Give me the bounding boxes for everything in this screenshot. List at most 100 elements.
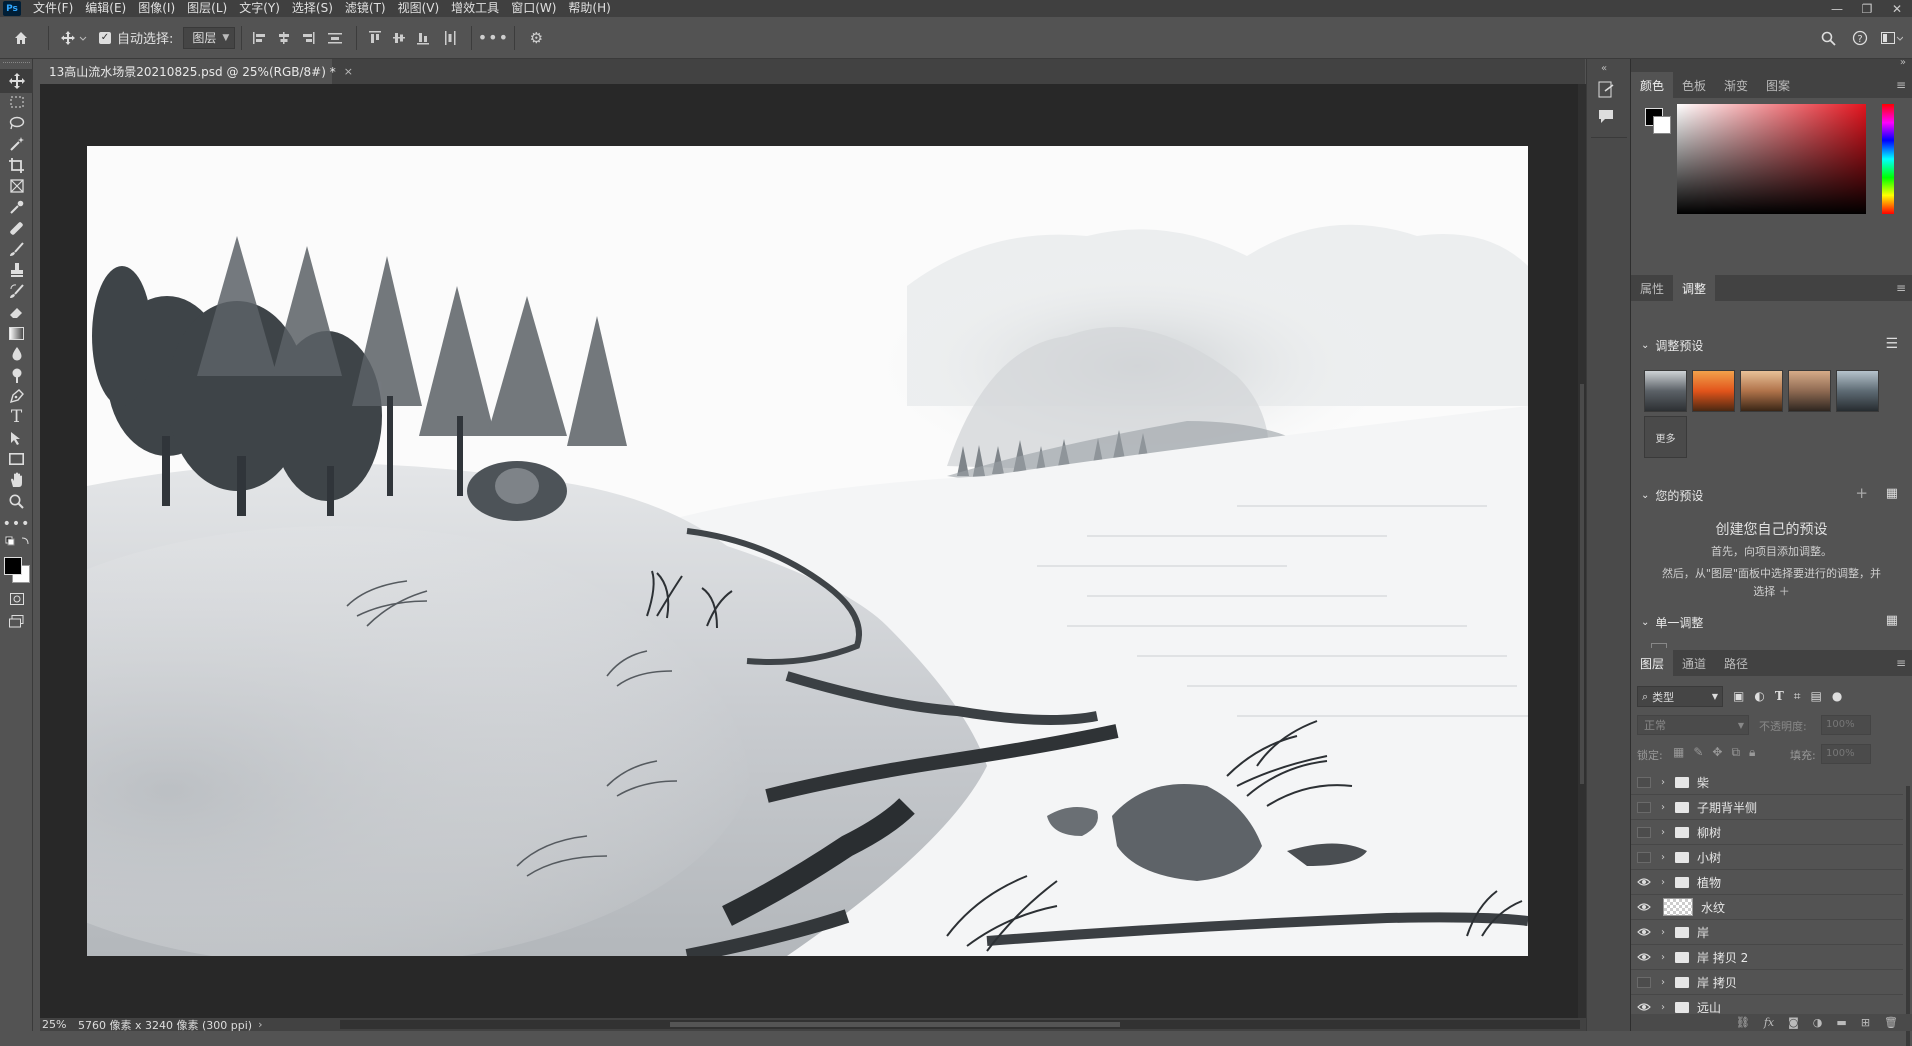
- image-filter-icon[interactable]: ▣: [1733, 689, 1744, 704]
- tab-color[interactable]: 颜色: [1631, 72, 1674, 98]
- foreground-color-swatch[interactable]: [4, 557, 22, 575]
- screen-mode-icon[interactable]: [0, 609, 33, 633]
- workspace-icon[interactable]: [1876, 17, 1908, 59]
- tab-layers[interactable]: 图层: [1631, 650, 1674, 676]
- layer-list[interactable]: ›柴›子期背半侧›柳树›小树›植物水纹›岸›岸 拷贝 2›岸 拷贝›远山›远远山: [1631, 770, 1912, 1014]
- background-color-swatch[interactable]: [1653, 116, 1671, 134]
- layer-row[interactable]: › 岸: [1631, 920, 1903, 945]
- search-icon[interactable]: [1812, 17, 1844, 59]
- layers-scrollbar[interactable]: [1906, 786, 1910, 1046]
- menu-file[interactable]: 文件(F): [27, 0, 79, 17]
- align-vcenter-icon[interactable]: [387, 17, 411, 59]
- help-icon[interactable]: ?: [1844, 17, 1876, 59]
- align-left-icon[interactable]: [248, 17, 272, 59]
- list-view-icon[interactable]: ☰: [1885, 336, 1898, 352]
- visibility-toggle[interactable]: [1631, 776, 1657, 788]
- expand-group-icon[interactable]: ›: [1657, 1002, 1669, 1013]
- menu-layer[interactable]: 图层(L): [181, 0, 233, 17]
- quick-mask-icon[interactable]: [0, 587, 33, 611]
- vertical-scrollbar[interactable]: [1578, 84, 1586, 1018]
- new-layer-icon[interactable]: ⊞: [1861, 1016, 1870, 1029]
- preset-thumbnail[interactable]: [1836, 370, 1879, 412]
- eye-icon[interactable]: [1631, 1002, 1657, 1012]
- edit-toolbar-icon[interactable]: •••: [0, 512, 33, 536]
- align-top-icon[interactable]: [363, 17, 387, 59]
- tab-adjustments[interactable]: 调整: [1673, 275, 1716, 301]
- layer-row[interactable]: › 子期背半侧: [1631, 795, 1903, 820]
- layer-row[interactable]: › 岸 拷贝 2: [1631, 945, 1903, 970]
- close-button[interactable]: ✕: [1882, 0, 1912, 17]
- more-options-icon[interactable]: •••: [478, 17, 508, 59]
- move-tool-preset-icon[interactable]: [55, 17, 93, 59]
- align-bottom-icon[interactable]: [411, 17, 435, 59]
- eye-icon[interactable]: [1631, 877, 1657, 887]
- distribute-vertical-icon[interactable]: [435, 17, 465, 59]
- tab-paths[interactable]: 路径: [1715, 650, 1757, 676]
- tab-swatches[interactable]: 色板: [1673, 72, 1715, 98]
- expand-group-icon[interactable]: ›: [1657, 802, 1669, 813]
- more-presets-button[interactable]: 更多: [1644, 416, 1687, 458]
- layer-row[interactable]: › 远山: [1631, 995, 1903, 1014]
- collapse-arrows-icon[interactable]: «: [1601, 63, 1607, 74]
- expand-group-icon[interactable]: ›: [1657, 877, 1669, 888]
- hue-slider[interactable]: [1882, 104, 1894, 214]
- layer-row[interactable]: › 岸 拷贝: [1631, 970, 1903, 995]
- zoom-tool-icon[interactable]: [0, 489, 33, 513]
- home-icon[interactable]: [0, 17, 42, 59]
- visibility-toggle[interactable]: [1631, 976, 1657, 988]
- shape-filter-icon[interactable]: ⌗: [1794, 689, 1801, 704]
- tab-gradients[interactable]: 渐变: [1715, 72, 1757, 98]
- adjustment-item-icon[interactable]: [1651, 643, 1667, 648]
- add-mask-icon[interactable]: ◙: [1788, 1016, 1799, 1029]
- link-layers-icon[interactable]: ⛓︎: [1736, 1016, 1750, 1029]
- layer-row[interactable]: › 柴: [1631, 770, 1903, 795]
- scroll-thumb[interactable]: [1580, 384, 1584, 784]
- adjustment-filter-icon[interactable]: ◐: [1754, 689, 1764, 704]
- layer-row[interactable]: › 柳树: [1631, 820, 1903, 845]
- layer-row[interactable]: › 植物: [1631, 870, 1903, 895]
- menu-edit[interactable]: 编辑(E): [79, 0, 132, 17]
- lock-all-icon[interactable]: 🔒︎: [1749, 745, 1755, 760]
- zoom-level[interactable]: 25%: [42, 1018, 78, 1031]
- menu-help[interactable]: 帮助(H): [562, 0, 616, 17]
- tab-patterns[interactable]: 图案: [1757, 72, 1799, 98]
- swap-colors-icon[interactable]: [0, 535, 33, 547]
- layer-row[interactable]: 水纹: [1631, 895, 1903, 920]
- document-tab[interactable]: 13高山流水场景20210825.psd @ 25%(RGB/8#) * ×: [40, 59, 353, 84]
- eye-icon[interactable]: [1631, 902, 1657, 912]
- visibility-toggle[interactable]: [1631, 851, 1657, 863]
- visibility-toggle[interactable]: [1631, 801, 1657, 813]
- delete-layer-icon[interactable]: 🗑︎: [1884, 1016, 1898, 1029]
- minimize-button[interactable]: —: [1822, 0, 1852, 17]
- visibility-toggle[interactable]: [1631, 826, 1657, 838]
- align-right-icon[interactable]: [296, 17, 320, 59]
- new-group-icon[interactable]: ▬: [1836, 1016, 1846, 1029]
- preset-thumbnail[interactable]: [1788, 370, 1831, 412]
- grid-view-icon[interactable]: ▦: [1886, 613, 1898, 628]
- expand-group-icon[interactable]: ›: [1657, 852, 1669, 863]
- type-filter-icon[interactable]: T: [1775, 689, 1784, 704]
- gear-icon[interactable]: ⚙: [521, 17, 551, 59]
- smart-object-filter-icon[interactable]: ▤: [1811, 689, 1822, 704]
- preset-thumbnail[interactable]: [1692, 370, 1735, 412]
- expand-group-icon[interactable]: ›: [1657, 827, 1669, 838]
- restore-button[interactable]: ❐: [1852, 0, 1882, 17]
- eye-icon[interactable]: [1631, 927, 1657, 937]
- fill-input[interactable]: 100%: [1821, 744, 1871, 764]
- lock-artboard-icon[interactable]: ⧉: [1731, 745, 1740, 760]
- collapse-arrows-icon[interactable]: »: [1900, 57, 1906, 68]
- menu-window[interactable]: 窗口(W): [505, 0, 562, 17]
- auto-select-target-dropdown[interactable]: 图层 ▼: [183, 26, 236, 49]
- your-presets-header[interactable]: ⌄ 您的预设: [1641, 487, 1703, 504]
- expand-group-icon[interactable]: ›: [1657, 777, 1669, 788]
- new-adjustment-icon[interactable]: ◑: [1813, 1016, 1823, 1029]
- grid-view-icon[interactable]: ▦: [1886, 486, 1898, 501]
- menu-filter[interactable]: 滤镜(T): [339, 0, 392, 17]
- layer-style-icon[interactable]: fx: [1764, 1016, 1774, 1029]
- history-panel-icon[interactable]: [1598, 81, 1616, 102]
- auto-select-checkbox[interactable]: ✓: [99, 31, 111, 44]
- scroll-thumb[interactable]: [670, 1022, 1120, 1027]
- tab-properties[interactable]: 属性: [1631, 275, 1673, 301]
- align-hcenter-icon[interactable]: [272, 17, 296, 59]
- canvas-area[interactable]: [40, 84, 1579, 1018]
